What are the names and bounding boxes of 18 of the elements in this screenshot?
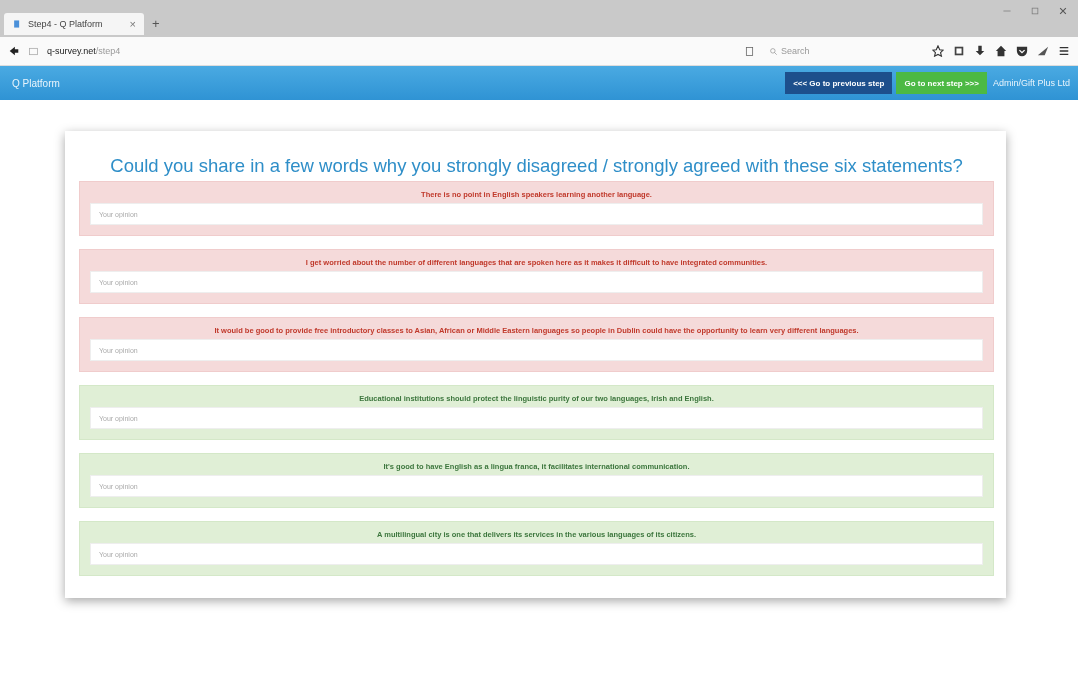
close-tab-icon[interactable]: × bbox=[129, 18, 136, 30]
previous-step-button[interactable]: <<< Go to previous step bbox=[785, 72, 893, 94]
home-icon[interactable] bbox=[995, 45, 1007, 57]
pocket-icon[interactable] bbox=[1016, 45, 1028, 57]
address-field[interactable]: q-survey.net/step4 bbox=[47, 46, 121, 56]
page-icon[interactable] bbox=[12, 19, 22, 29]
search-field[interactable]: Search bbox=[769, 46, 810, 56]
new-tab-button[interactable]: + bbox=[152, 16, 160, 31]
back-arrow-icon[interactable] bbox=[8, 45, 20, 57]
user-menu[interactable]: Admin/Gift Plus Ltd bbox=[992, 78, 1070, 88]
download-icon[interactable] bbox=[974, 45, 986, 57]
star-icon[interactable] bbox=[932, 45, 944, 57]
brand-name[interactable]: Q Platform bbox=[12, 77, 60, 89]
menu-icon[interactable] bbox=[1058, 45, 1070, 57]
close-icon[interactable] bbox=[1058, 6, 1068, 16]
browser-tab[interactable]: Step4 - Q Platform × bbox=[4, 13, 144, 35]
question-title: Could you share in a few words why you strongly disagreed / strongly agreed with these six statements? bbox=[109, 155, 964, 177]
next-step-button[interactable]: Go to next step >>> bbox=[896, 72, 987, 94]
